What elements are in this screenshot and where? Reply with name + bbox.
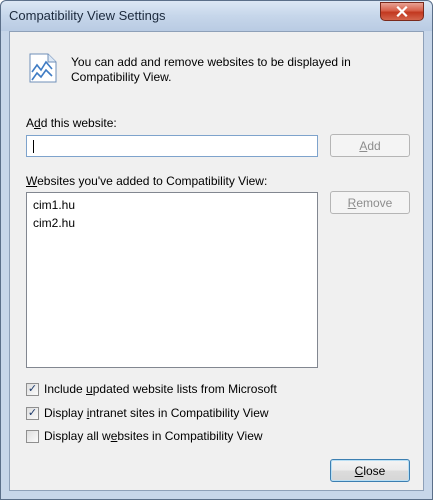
checkbox-checked[interactable]: ✓ [26, 406, 39, 420]
info-text: You can add and remove websites to be di… [71, 55, 351, 84]
option-display-all-websites[interactable]: Display all websites in Compatibility Vi… [26, 428, 263, 444]
add-website-input[interactable] [26, 135, 318, 157]
remove-button[interactable]: Remove [330, 191, 410, 214]
websites-list-label: Websites you've added to Compatibility V… [26, 174, 268, 188]
close-icon [396, 6, 408, 17]
text-caret [33, 140, 34, 153]
window-title: Compatibility View Settings [9, 8, 166, 23]
title-bar[interactable]: Compatibility View Settings [1, 1, 432, 31]
list-item[interactable]: cim2.hu [33, 214, 311, 232]
add-button[interactable]: Add [330, 134, 410, 157]
websites-listbox[interactable]: cim1.hu cim2.hu [26, 192, 318, 368]
window-close-button[interactable] [380, 2, 424, 21]
close-button[interactable]: Close [330, 459, 410, 482]
compatibility-view-icon [29, 53, 57, 83]
checkbox-unchecked[interactable] [26, 429, 39, 443]
checkbox-checked[interactable]: ✓ [26, 382, 39, 396]
dialog-content: You can add and remove websites to be di… [9, 31, 424, 491]
dialog-window: Compatibility View Settings You can add … [0, 0, 433, 500]
option-include-updated-lists[interactable]: ✓ Include updated website lists from Mic… [26, 381, 277, 397]
option-label: Display all websites in Compatibility Vi… [44, 429, 263, 443]
option-display-intranet-sites[interactable]: ✓ Display intranet sites in Compatibilit… [26, 405, 269, 421]
list-item[interactable]: cim1.hu [33, 196, 311, 214]
option-label: Display intranet sites in Compatibility … [44, 406, 269, 420]
add-website-label: Add this website: [26, 116, 117, 130]
option-label: Include updated website lists from Micro… [44, 382, 277, 396]
